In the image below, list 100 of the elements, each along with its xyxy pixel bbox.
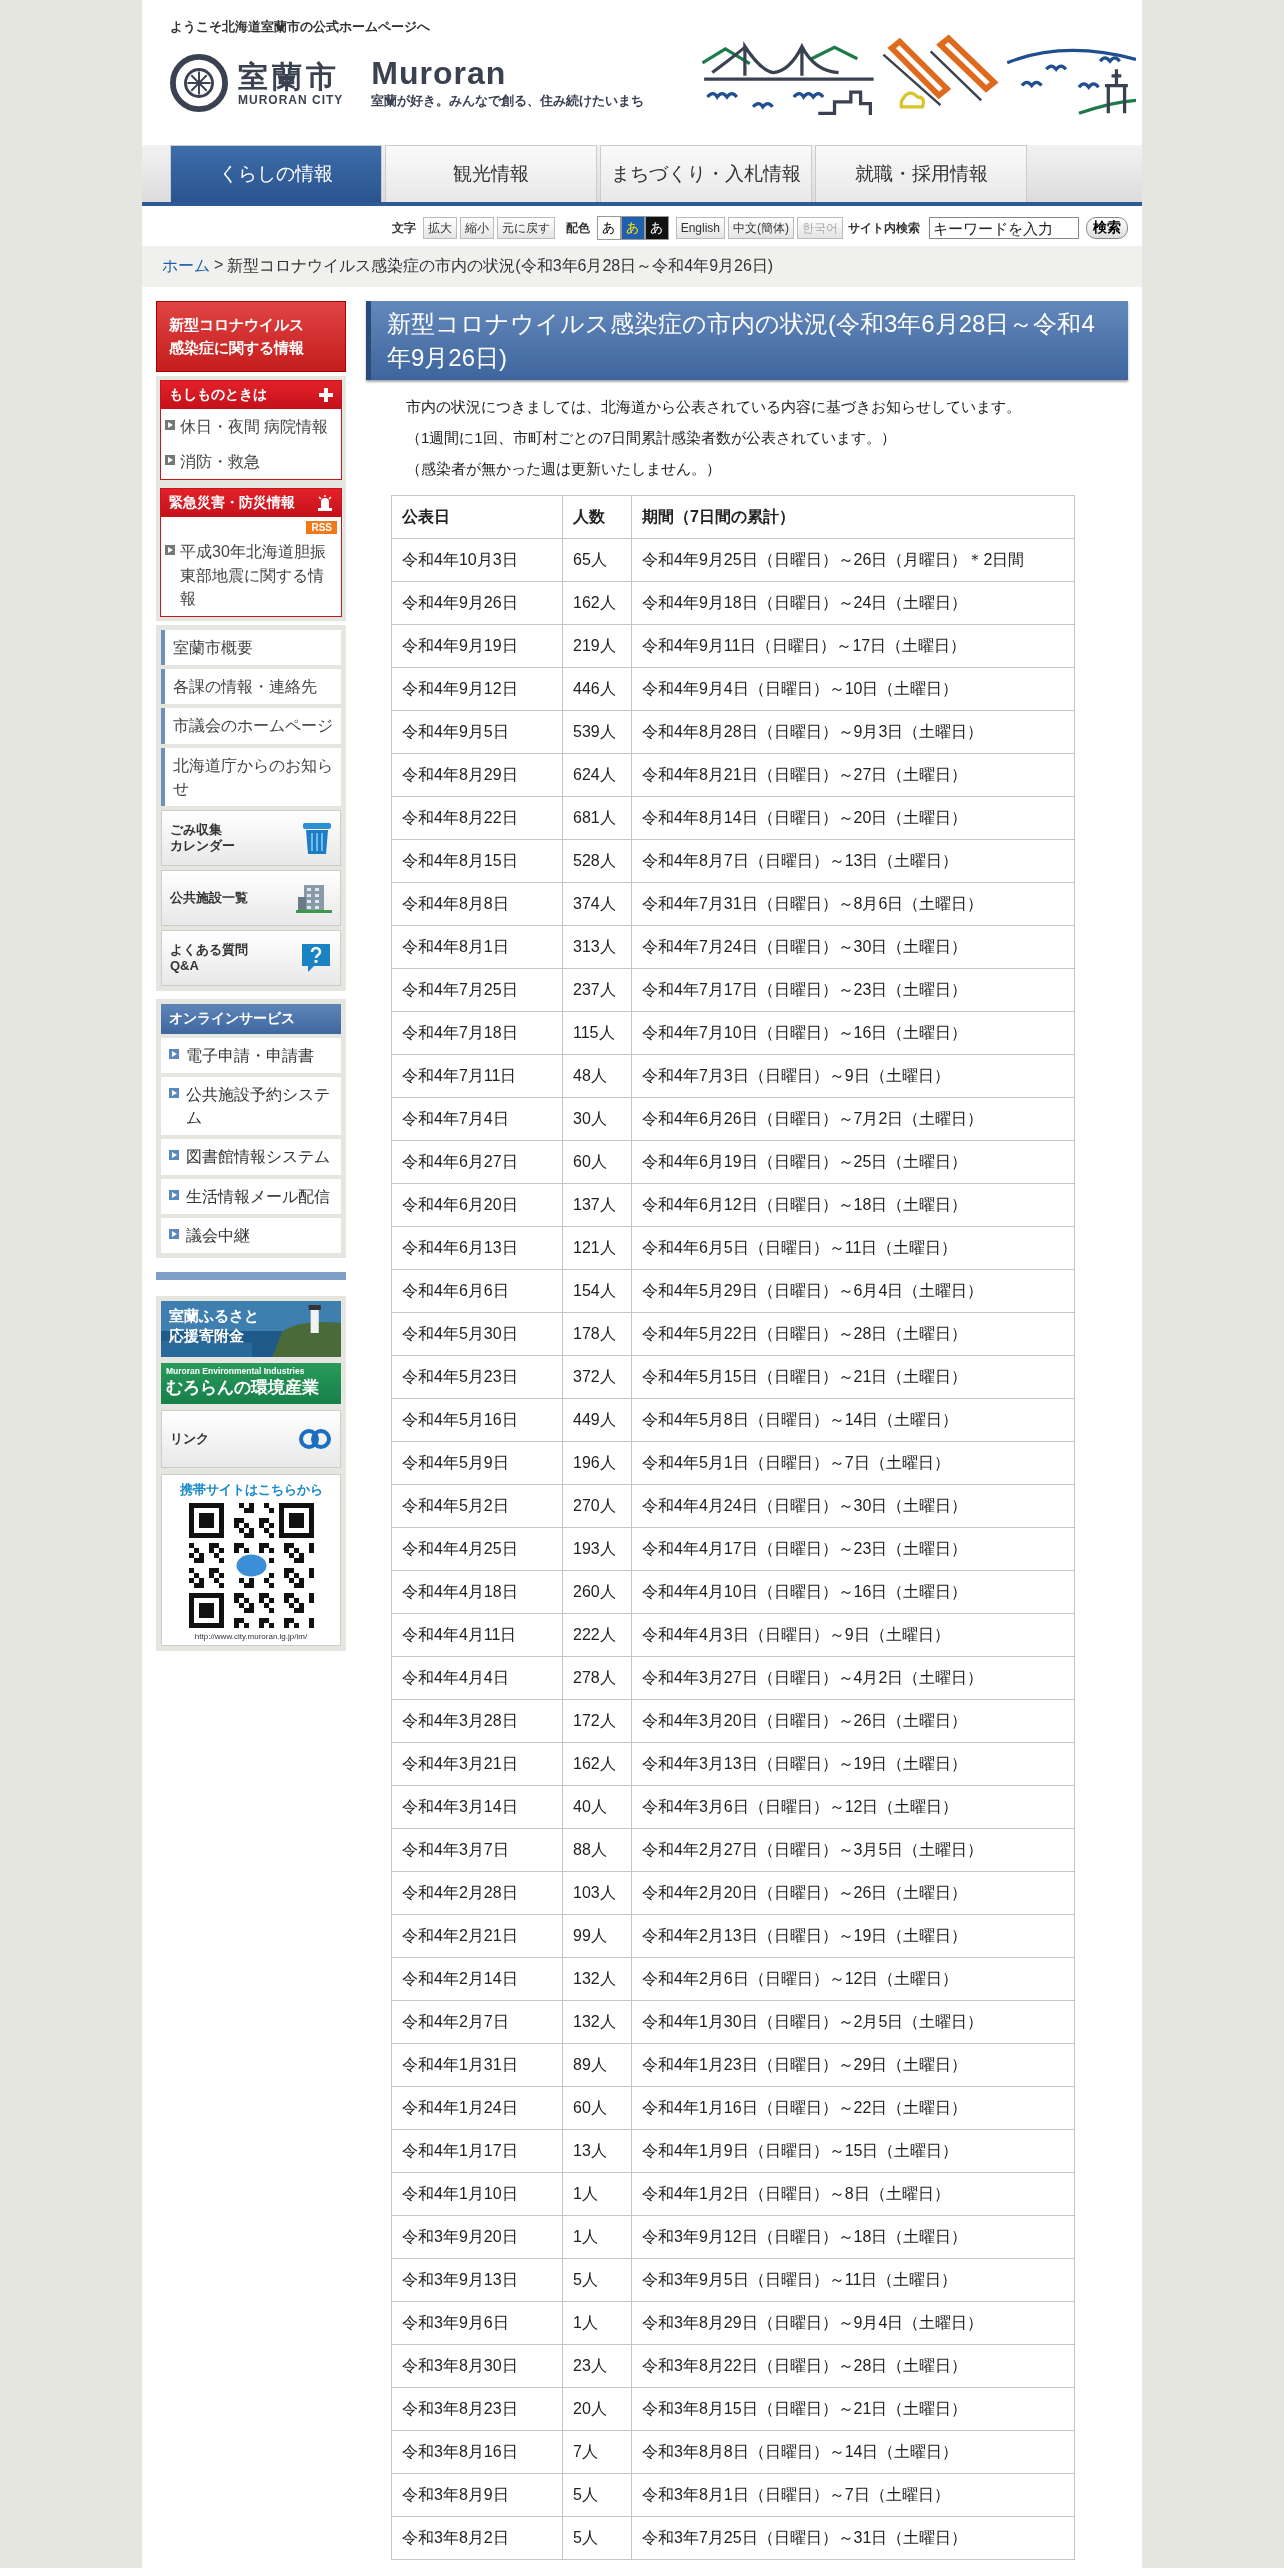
text-size-button[interactable]: 元に戻す (496, 217, 555, 239)
table-cell: 令和4年4月11日 (391, 1613, 563, 1657)
column-header: 公表日 (391, 495, 563, 539)
city-name: 室蘭市 (238, 59, 341, 93)
table-cell: 449人 (562, 1398, 632, 1442)
nav-tab[interactable]: まちづくり・入札情報 (600, 145, 812, 202)
table-cell: 令和4年6月13日 (391, 1226, 563, 1270)
table-cell: 令和4年8月21日（日曜日）～27日（土曜日） (631, 753, 1075, 797)
brand-logo-text: Muroran (371, 56, 508, 92)
table-cell: 令和4年5月29日（日曜日）～6月4日（土曜日） (631, 1269, 1075, 1313)
table-cell: 令和4年5月16日 (391, 1398, 563, 1442)
bullet-icon (169, 1048, 179, 1059)
table-cell: 令和4年3月6日（日曜日）～12日（土曜日） (631, 1785, 1075, 1829)
building-icon (296, 882, 332, 913)
sidebar-link[interactable]: 平成30年北海道胆振東部地震に関する情報 (180, 540, 335, 610)
nav-tab[interactable]: 観光情報 (385, 145, 597, 202)
covid-info-banner[interactable]: 新型コロナウイルス 感染症に関する情報 (156, 301, 346, 372)
table-cell: 154人 (562, 1269, 632, 1313)
table-cell: 40人 (562, 1785, 632, 1829)
search-button[interactable]: 検索 (1086, 217, 1128, 239)
table-cell: 令和4年7月11日 (391, 1054, 563, 1098)
table-cell: 令和3年7月25日（日曜日）～31日（土曜日） (631, 2516, 1075, 2560)
table-cell: 令和4年1月30日（日曜日）～2月5日（土曜日） (631, 2000, 1075, 2044)
city-emblem-icon (170, 54, 228, 112)
table-cell: 193人 (562, 1527, 632, 1571)
table-cell: 令和4年8月22日 (391, 796, 563, 840)
mobile-site-title[interactable]: 携帯サイトはこちらから (179, 1481, 323, 1499)
sidebar-link[interactable]: 室蘭市概要 (161, 629, 341, 666)
table-cell: 令和3年9月6日 (391, 2301, 563, 2345)
sidebar-link[interactable]: 消防・救急 (180, 450, 260, 474)
table-cell: 5人 (562, 2473, 632, 2517)
table-cell: 令和4年7月24日（日曜日）～30日（土曜日） (631, 925, 1075, 969)
home-link[interactable]: ホーム (162, 256, 210, 277)
table-cell: 令和4年7月18日 (391, 1011, 563, 1055)
table-cell: 令和4年2月28日 (391, 1871, 563, 1915)
table-cell: 270人 (562, 1484, 632, 1528)
sidebar-link[interactable]: 休日・夜間 病院情報 (180, 415, 329, 439)
language-button[interactable]: 中文(簡体) (728, 217, 794, 239)
table-cell: 88人 (562, 1828, 632, 1872)
table-cell: 60人 (562, 2086, 632, 2130)
table-cell: 132人 (562, 2000, 632, 2044)
table-cell: 令和4年8月1日 (391, 925, 563, 969)
table-cell: 令和3年8月1日（日曜日）～7日（土曜日） (631, 2473, 1075, 2517)
table-cell: 令和4年2月6日（日曜日）～12日（土曜日） (631, 1957, 1075, 2001)
table-cell: 5人 (562, 2516, 632, 2560)
city-name-english: MURORAN CITY (238, 92, 344, 107)
language-button[interactable]: English (675, 217, 725, 239)
feature-banner[interactable]: よくある質問 Q&A (161, 929, 341, 986)
feature-banner[interactable]: 公共施設一覧 (161, 869, 341, 926)
table-cell: 令和4年3月7日 (391, 1828, 563, 1872)
table-cell: 令和4年2月20日（日曜日）～26日（土曜日） (631, 1871, 1075, 1915)
table-cell: 528人 (562, 839, 632, 883)
feature-banner[interactable]: ごみ収集 カレンダー (161, 809, 341, 866)
table-cell: 令和4年2月7日 (391, 2000, 563, 2044)
table-cell: 539人 (562, 710, 632, 754)
sidebar-link[interactable]: 北海道庁からのお知らせ (161, 747, 341, 806)
table-cell: 令和4年5月1日（日曜日）～7日（土曜日） (631, 1441, 1075, 1485)
sidebar-link[interactable]: 各課の情報・連絡先 (161, 669, 341, 705)
table-cell: 624人 (562, 753, 632, 797)
bullet-icon (169, 1228, 179, 1239)
bullet-icon (169, 1150, 179, 1161)
table-cell: 令和4年3月14日 (391, 1785, 563, 1829)
table-cell: 222人 (562, 1613, 632, 1657)
table-cell: 令和4年4月10日（日曜日）～16日（土曜日） (631, 1570, 1075, 1614)
table-cell: 令和3年8月9日 (391, 2473, 563, 2517)
page-title: 新型コロナウイルス感染症の市内の状況(令和3年6月28日～令和4年9月26日) (366, 301, 1128, 381)
table-cell: 令和4年5月8日（日曜日）～14日（土曜日） (631, 1398, 1075, 1442)
table-cell: 令和4年7月3日（日曜日）～9日（土曜日） (631, 1054, 1075, 1098)
table-cell: 196人 (562, 1441, 632, 1485)
sidebar-link[interactable]: 市議会のホームページ (161, 708, 341, 744)
table-cell: 681人 (562, 796, 632, 840)
table-cell: 令和4年9月25日（日曜日）～26日（月曜日）＊2日間 (631, 538, 1075, 582)
table-cell: 30人 (562, 1097, 632, 1141)
table-cell: 令和4年9月26日 (391, 581, 563, 625)
text-size-button[interactable]: 拡大 (422, 217, 457, 239)
color-scheme-button[interactable]: あ (596, 216, 621, 240)
text-size-button[interactable]: 縮小 (459, 217, 494, 239)
table-cell: 令和4年4月24日（日曜日）～30日（土曜日） (631, 1484, 1075, 1528)
search-field[interactable]: キーワードを入力 (929, 217, 1079, 239)
table-cell: 令和4年8月28日（日曜日）～9月3日（土曜日） (631, 710, 1075, 754)
table-cell: 令和3年8月29日（日曜日）～9月4日（土曜日） (631, 2301, 1075, 2345)
table-cell: 1人 (562, 2215, 632, 2259)
plus-icon (319, 388, 333, 402)
links-banner[interactable]: リンク (161, 1410, 341, 1468)
environment-industry-banner[interactable]: Muroran Environmental Industries むろらんの環境産業 (161, 1363, 341, 1404)
nav-tab[interactable]: くらしの情報 (170, 145, 382, 202)
table-cell: 48人 (562, 1054, 632, 1098)
table-cell: 89人 (562, 2043, 632, 2087)
table-cell: 令和4年4月25日 (391, 1527, 563, 1571)
color-scheme-button[interactable]: あ (620, 216, 645, 240)
question-icon (300, 941, 332, 974)
table-cell: 令和4年4月17日（日曜日）～23日（土曜日） (631, 1527, 1075, 1571)
site-search-label: サイト内検索 (848, 219, 920, 237)
color-scheme-button[interactable]: あ (644, 216, 669, 240)
table-cell: 令和4年4月4日 (391, 1656, 563, 1700)
column-header: 人数 (562, 495, 632, 539)
table-cell: 令和4年9月12日 (391, 667, 563, 711)
breadcrumb-current: 新型コロナウイルス感染症の市内の状況(令和3年6月28日～令和4年9月26日) (227, 256, 774, 276)
table-cell: 令和4年7月25日 (391, 968, 563, 1012)
nav-tab[interactable]: 就職・採用情報 (815, 145, 1027, 202)
